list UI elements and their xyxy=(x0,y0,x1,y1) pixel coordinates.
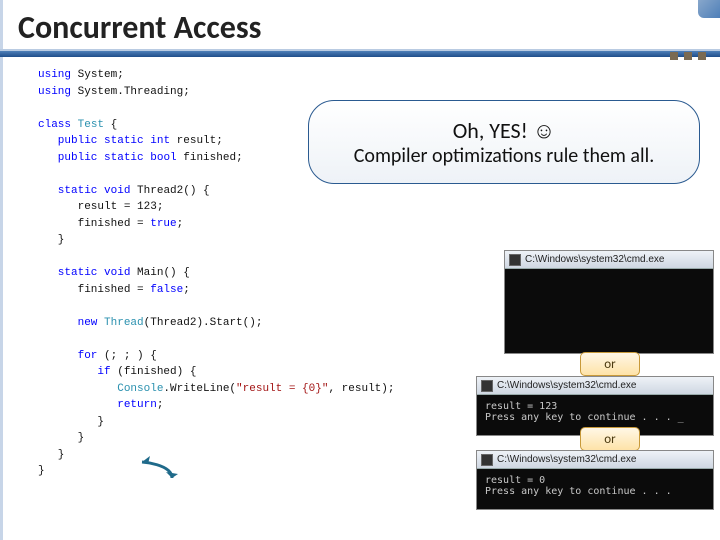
console-titlebar: C:\Windows\system32\cmd.exe xyxy=(505,251,713,269)
console-titlebar: C:\Windows\system32\cmd.exe xyxy=(477,451,713,469)
console-window-3: C:\Windows\system32\cmd.exe result = 0 P… xyxy=(476,450,714,510)
console-title: C:\Windows\system32\cmd.exe xyxy=(497,454,637,465)
cmd-icon xyxy=(481,454,493,466)
console-title: C:\Windows\system32\cmd.exe xyxy=(525,254,665,265)
console-output-3: result = 0 Press any key to continue . .… xyxy=(477,469,713,509)
slide-root: Concurrent Access using System; using Sy… xyxy=(0,0,720,540)
console-body-empty xyxy=(505,269,713,353)
console-title: C:\Windows\system32\cmd.exe xyxy=(497,380,637,391)
decorative-dots xyxy=(670,52,706,60)
cmd-icon xyxy=(509,254,521,266)
kw-using: using xyxy=(38,69,71,81)
callout-line1: Oh, YES! ☺ xyxy=(453,117,556,144)
callout-line2: Compiler optimizations rule them all. xyxy=(354,144,655,168)
console-titlebar: C:\Windows\system32\cmd.exe xyxy=(477,377,713,395)
callout-bubble: Oh, YES! ☺ Compiler optimizations rule t… xyxy=(308,100,700,184)
or-label-1: or xyxy=(580,352,640,376)
console-window-1: C:\Windows\system32\cmd.exe xyxy=(504,250,714,354)
or-label-2: or xyxy=(580,427,640,451)
title-rule xyxy=(0,49,720,59)
cmd-icon xyxy=(481,380,493,392)
page-title: Concurrent Access xyxy=(0,0,720,49)
top-right-accent xyxy=(698,0,720,18)
